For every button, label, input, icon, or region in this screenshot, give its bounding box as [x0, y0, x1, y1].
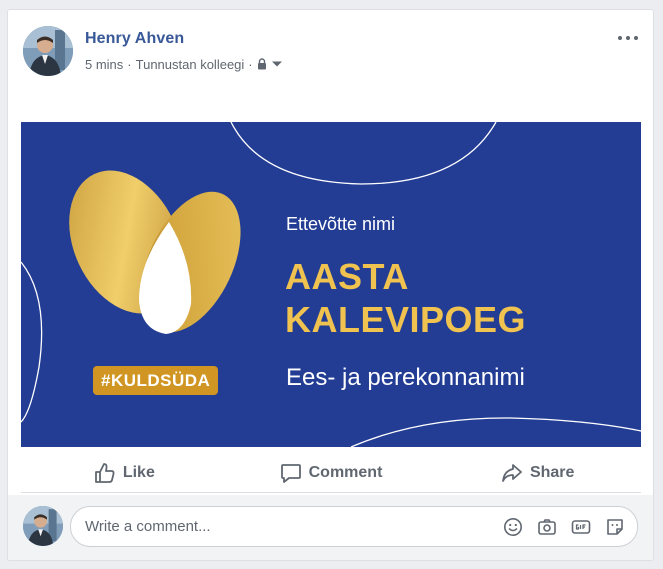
comment-label: Comment: [308, 463, 383, 481]
user-avatar[interactable]: [23, 506, 63, 546]
post-audience[interactable]: Tunnustan kolleegi: [136, 57, 245, 72]
comment-input[interactable]: [85, 507, 485, 546]
emoji-icon[interactable]: [503, 517, 523, 537]
company-name: Ettevõtte nimi: [286, 214, 396, 234]
comment-button[interactable]: Comment: [228, 453, 435, 492]
post-actions: Like Comment Share: [21, 453, 641, 493]
meta-separator: ·: [248, 56, 253, 72]
lock-icon[interactable]: [257, 58, 267, 70]
award-title-line1: AASTA: [285, 256, 409, 297]
gif-icon[interactable]: [571, 517, 591, 537]
sticker-icon[interactable]: [605, 517, 625, 537]
post-image[interactable]: #KULDSÜDA Ettevõtte nimi AASTA KALEVIPOE…: [21, 122, 641, 447]
camera-icon[interactable]: [537, 517, 557, 537]
comment-composer: [8, 495, 653, 560]
heart-logo-icon: [69, 170, 241, 334]
post-meta: 5 mins · Tunnustan kolleegi ·: [85, 56, 283, 72]
person-name: Ees- ja perekonnanimi: [286, 364, 525, 391]
post-card: Henry Ahven 5 mins · Tunnustan kolleegi …: [7, 9, 654, 561]
author-avatar[interactable]: [23, 26, 73, 76]
like-button[interactable]: Like: [21, 453, 228, 492]
post-time[interactable]: 5 mins: [85, 57, 123, 72]
share-label: Share: [529, 463, 575, 481]
award-title: AASTA KALEVIPOEG: [285, 255, 526, 341]
share-icon: [501, 462, 523, 484]
chevron-down-icon[interactable]: [271, 60, 283, 68]
like-label: Like: [122, 463, 155, 481]
more-options-icon[interactable]: [618, 32, 638, 44]
thumbs-up-icon: [94, 462, 116, 484]
award-title-line2: KALEVIPOEG: [285, 299, 527, 340]
meta-separator: ·: [127, 56, 132, 72]
comment-icon: [280, 462, 302, 484]
author-name[interactable]: Henry Ahven: [85, 30, 184, 48]
hashtag-badge: #KULDSÜDA: [93, 366, 219, 395]
comment-field: [70, 506, 638, 547]
comment-tools: [503, 517, 625, 537]
share-button[interactable]: Share: [434, 453, 641, 492]
